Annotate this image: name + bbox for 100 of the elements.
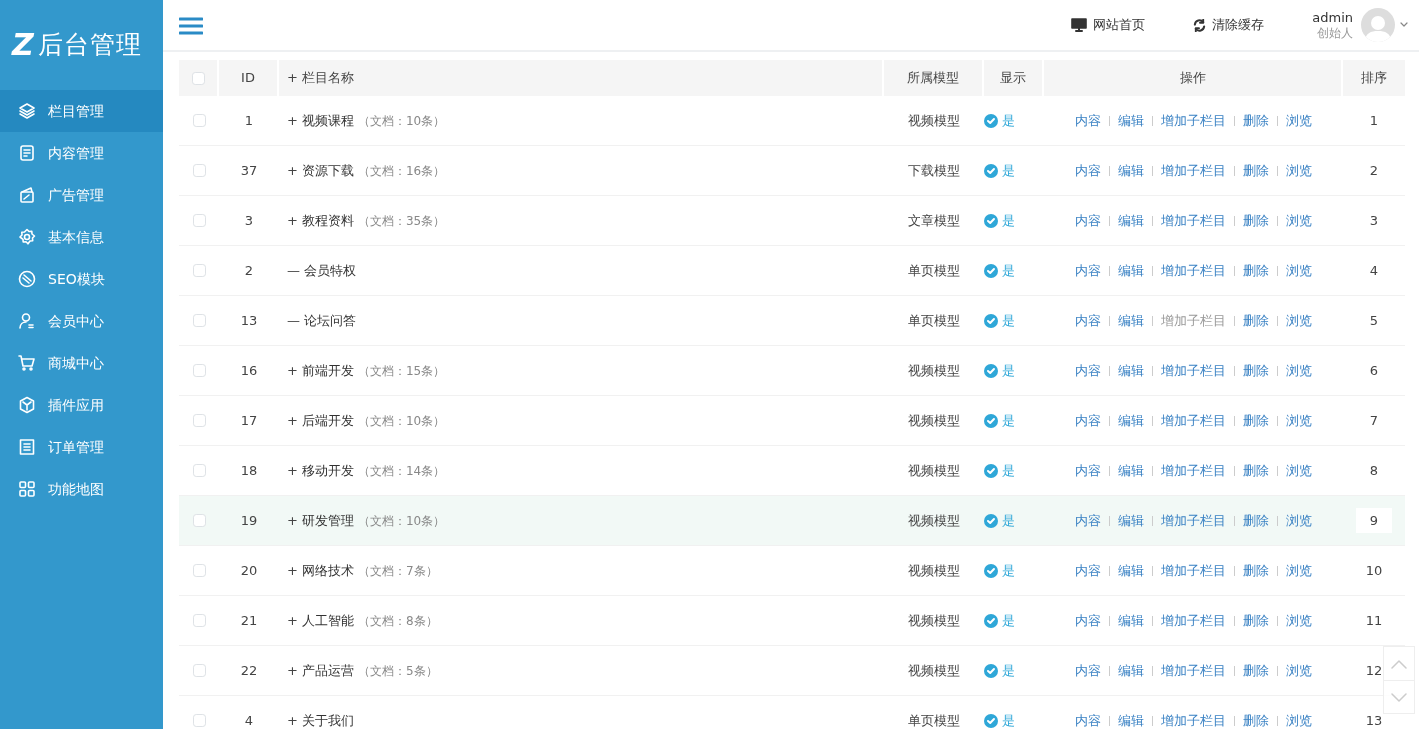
action-link[interactable]: 删除 <box>1243 660 1269 681</box>
checkbox[interactable] <box>191 71 205 85</box>
action-link[interactable]: 内容 <box>1075 460 1101 481</box>
action-link[interactable]: 增加子栏目 <box>1161 710 1226 729</box>
action-link[interactable]: 编辑 <box>1118 660 1144 681</box>
action-link[interactable]: 浏览 <box>1286 410 1312 431</box>
checkbox[interactable] <box>192 564 206 577</box>
action-link[interactable]: 浏览 <box>1286 460 1312 481</box>
checkbox[interactable] <box>192 714 206 727</box>
expand-toggle[interactable]: + <box>287 560 298 581</box>
header-link[interactable]: 网站首页 <box>1071 15 1146 35</box>
action-link[interactable]: 删除 <box>1243 310 1269 331</box>
action-link[interactable]: 增加子栏目 <box>1161 260 1226 281</box>
action-link[interactable]: 增加子栏目 <box>1161 210 1226 231</box>
action-link[interactable]: 增加子栏目 <box>1161 560 1226 581</box>
checkbox[interactable] <box>192 614 206 627</box>
checkbox[interactable] <box>192 364 206 377</box>
sidebar-item[interactable]: 内容管理 <box>0 132 163 174</box>
expand-toggle[interactable]: + <box>287 210 298 231</box>
action-link[interactable]: 内容 <box>1075 110 1101 131</box>
sidebar-item[interactable]: 基本信息 <box>0 216 163 258</box>
action-link[interactable]: 删除 <box>1243 460 1269 481</box>
sidebar-item[interactable]: 功能地图 <box>0 468 163 510</box>
action-link[interactable]: 浏览 <box>1286 210 1312 231</box>
sidebar-item[interactable]: 广告管理 <box>0 174 163 216</box>
expand-toggle[interactable]: + <box>287 110 298 131</box>
action-link[interactable]: 增加子栏目 <box>1161 510 1226 531</box>
action-link[interactable]: 内容 <box>1075 710 1101 729</box>
header-link[interactable]: 清除缓存 <box>1193 15 1265 35</box>
action-link[interactable]: 浏览 <box>1286 510 1312 531</box>
checkbox[interactable] <box>192 114 206 127</box>
expand-toggle[interactable]: + <box>287 160 298 181</box>
action-link[interactable]: 删除 <box>1243 160 1269 181</box>
expand-toggle[interactable]: — <box>287 310 300 331</box>
action-link[interactable]: 编辑 <box>1118 460 1144 481</box>
action-link[interactable]: 内容 <box>1075 310 1101 331</box>
checkbox[interactable] <box>192 464 206 477</box>
checkbox[interactable] <box>192 164 206 177</box>
action-link[interactable]: 内容 <box>1075 210 1101 231</box>
action-link[interactable]: 浏览 <box>1286 110 1312 131</box>
action-link[interactable]: 浏览 <box>1286 360 1312 381</box>
action-link[interactable]: 编辑 <box>1118 160 1144 181</box>
action-link[interactable]: 内容 <box>1075 560 1101 581</box>
expand-toggle[interactable]: + <box>287 360 298 381</box>
action-link[interactable]: 内容 <box>1075 160 1101 181</box>
action-link[interactable]: 内容 <box>1075 610 1101 631</box>
action-link[interactable]: 编辑 <box>1118 610 1144 631</box>
action-link[interactable]: 删除 <box>1243 110 1269 131</box>
action-link[interactable]: 编辑 <box>1118 310 1144 331</box>
action-link[interactable]: 编辑 <box>1118 410 1144 431</box>
checkbox[interactable] <box>192 514 206 527</box>
action-link[interactable]: 增加子栏目 <box>1161 660 1226 681</box>
action-link[interactable]: 内容 <box>1075 660 1101 681</box>
action-link[interactable]: 浏览 <box>1286 310 1312 331</box>
expand-toggle[interactable]: — <box>287 260 300 281</box>
action-link[interactable]: 删除 <box>1243 610 1269 631</box>
action-link[interactable]: 编辑 <box>1118 110 1144 131</box>
action-link[interactable]: 删除 <box>1243 210 1269 231</box>
action-link[interactable]: 编辑 <box>1118 210 1144 231</box>
checkbox[interactable] <box>192 414 206 427</box>
checkbox[interactable] <box>192 264 206 277</box>
checkbox[interactable] <box>192 214 206 227</box>
expand-toggle[interactable]: + <box>287 460 298 481</box>
sidebar-item[interactable]: 插件应用 <box>0 384 163 426</box>
action-link[interactable]: 编辑 <box>1118 260 1144 281</box>
avatar[interactable] <box>1361 8 1395 42</box>
action-link[interactable]: 删除 <box>1243 710 1269 729</box>
action-link[interactable]: 增加子栏目 <box>1161 360 1226 381</box>
expand-toggle[interactable]: + <box>287 410 298 431</box>
sidebar-item[interactable]: 订单管理 <box>0 426 163 468</box>
action-link[interactable]: 增加子栏目 <box>1161 160 1226 181</box>
sidebar-item[interactable]: 会员中心 <box>0 300 163 342</box>
action-link[interactable]: 编辑 <box>1118 710 1144 729</box>
action-link[interactable]: 浏览 <box>1286 710 1312 729</box>
action-link[interactable]: 浏览 <box>1286 610 1312 631</box>
action-link[interactable]: 编辑 <box>1118 360 1144 381</box>
action-link[interactable]: 编辑 <box>1118 560 1144 581</box>
action-link[interactable]: 增加子栏目 <box>1161 410 1226 431</box>
action-link[interactable]: 浏览 <box>1286 160 1312 181</box>
action-link[interactable]: 增加子栏目 <box>1161 460 1226 481</box>
action-link[interactable]: 内容 <box>1075 510 1101 531</box>
sidebar-item[interactable]: SEO模块 <box>0 258 163 300</box>
action-link[interactable]: 删除 <box>1243 410 1269 431</box>
action-link[interactable]: 浏览 <box>1286 560 1312 581</box>
sidebar-item[interactable]: 商城中心 <box>0 342 163 384</box>
expand-toggle[interactable]: + <box>287 510 298 531</box>
action-link[interactable]: 浏览 <box>1286 660 1312 681</box>
action-link[interactable]: 删除 <box>1243 510 1269 531</box>
sidebar-item[interactable]: 栏目管理 <box>0 90 163 132</box>
checkbox[interactable] <box>192 314 206 327</box>
action-link[interactable]: 删除 <box>1243 560 1269 581</box>
action-link[interactable]: 内容 <box>1075 260 1101 281</box>
checkbox[interactable] <box>192 664 206 677</box>
expand-toggle[interactable]: + <box>287 610 298 631</box>
expand-all-toggle[interactable]: + <box>287 68 298 88</box>
action-link[interactable]: 浏览 <box>1286 260 1312 281</box>
action-link[interactable]: 删除 <box>1243 260 1269 281</box>
action-link[interactable]: 删除 <box>1243 360 1269 381</box>
expand-toggle[interactable]: + <box>287 660 298 681</box>
action-link[interactable]: 内容 <box>1075 360 1101 381</box>
